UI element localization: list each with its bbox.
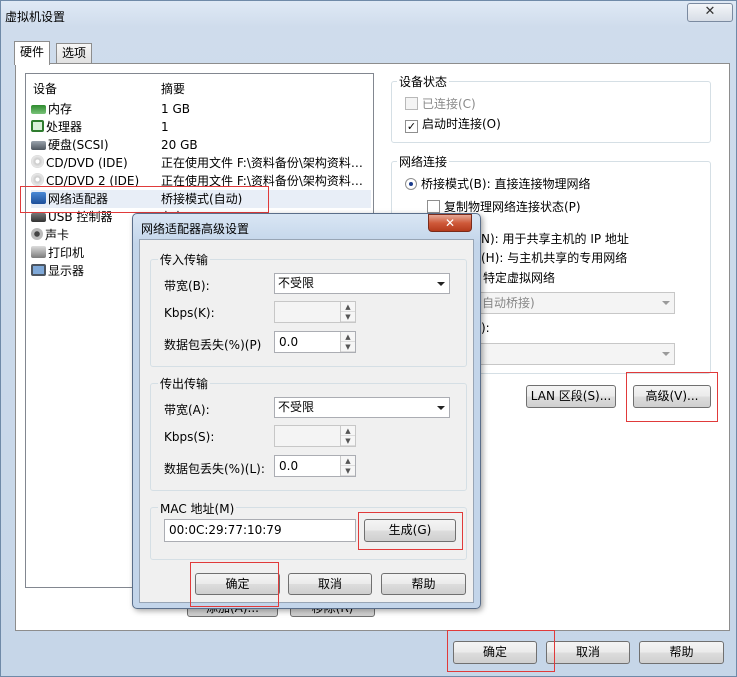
custom-network-value: 自动桥接) <box>482 296 535 310</box>
hostonly-radio-label[interactable]: (H): 与主机共享的专用网络 <box>481 249 627 266</box>
connected-checkbox[interactable]: 已连接(C) <box>405 95 476 112</box>
network-connection-title: 网络连接 <box>397 153 450 170</box>
list-item[interactable]: 硬盘(SCSI) 20 GB <box>31 136 371 154</box>
outgoing-bandwidth-label: 带宽(A): <box>164 403 210 417</box>
chevron-down-icon <box>662 301 670 305</box>
device-column-header[interactable]: 设备 <box>33 80 57 97</box>
connected-label: 已连接(C) <box>422 97 476 111</box>
harddisk-icon <box>31 141 46 150</box>
processor-icon <box>31 120 44 132</box>
spin-down-icon[interactable]: ▼ <box>341 436 355 446</box>
lan-segment-button[interactable]: LAN 区段(S)... <box>526 385 616 408</box>
spin-up-icon[interactable]: ▲ <box>341 332 355 342</box>
spin-up-icon[interactable]: ▲ <box>341 302 355 312</box>
device-summary: 1 <box>161 120 169 134</box>
custom-radio-label[interactable]: 特定虚拟网络 <box>483 269 555 286</box>
checkmark-icon: ✓ <box>405 120 418 133</box>
summary-column-header[interactable]: 摘要 <box>161 80 185 97</box>
replicate-label: 复制物理网络连接状态(P) <box>444 200 581 214</box>
cd-icon <box>31 173 44 186</box>
list-item[interactable]: CD/DVD (IDE) 正在使用文件 F:\资料备份\架构资料… <box>31 154 371 172</box>
incoming-loss-label: 数据包丢失(%)(P) <box>164 338 262 352</box>
outgoing-bandwidth-select[interactable]: 不受限 <box>274 397 450 418</box>
spin-down-icon[interactable]: ▼ <box>341 342 355 352</box>
chevron-down-icon <box>662 352 670 356</box>
spin-down-icon[interactable]: ▼ <box>341 466 355 476</box>
mac-title: MAC 地址(M) <box>158 500 237 517</box>
spin-up-icon[interactable]: ▲ <box>341 426 355 436</box>
dialog-cancel-button[interactable]: 取消 <box>288 573 372 595</box>
checkbox-icon <box>405 97 418 110</box>
device-name: 硬盘(SCSI) <box>48 138 109 152</box>
device-status-title: 设备状态 <box>397 73 450 90</box>
incoming-loss-input[interactable]: 0.0 ▲ ▼ <box>274 331 356 353</box>
custom-network-combo[interactable]: 自动桥接) <box>471 292 675 314</box>
dialog-title: 网络适配器高级设置 <box>141 222 250 236</box>
dialog-close-button[interactable]: ✕ <box>428 214 472 232</box>
outgoing-title: 传出传输 <box>158 375 211 392</box>
help-button[interactable]: 帮助 <box>639 641 724 664</box>
spin-down-icon[interactable]: ▼ <box>341 312 355 322</box>
connect-on-power-label: 启动时连接(O) <box>422 117 501 131</box>
outgoing-kbps-label: Kbps(S): <box>164 430 215 444</box>
device-name: 打印机 <box>48 246 85 260</box>
device-summary: 正在使用文件 F:\资料备份\架构资料… <box>161 156 363 170</box>
sound-icon <box>31 228 43 240</box>
spin-up-icon[interactable]: ▲ <box>341 456 355 466</box>
dialog-help-button[interactable]: 帮助 <box>381 573 466 595</box>
tab-hardware[interactable]: 硬件 <box>14 41 51 65</box>
device-name: 处理器 <box>46 120 83 134</box>
radio-selected-icon <box>405 178 417 190</box>
window-close-button[interactable]: ✕ <box>687 3 733 22</box>
mac-address-input[interactable]: 00:0C:29:77:10:79 <box>164 519 356 542</box>
device-name: 声卡 <box>45 228 70 242</box>
lan-segment-label: ): <box>481 321 490 335</box>
incoming-kbps-label: Kbps(K): <box>164 306 215 320</box>
bridged-radio[interactable]: 桥接模式(B): 直接连接物理网络 <box>405 175 590 192</box>
incoming-bandwidth-value: 不受限 <box>278 276 315 290</box>
chevron-down-icon <box>437 282 445 286</box>
highlight-advanced <box>626 372 718 422</box>
window-title: 虚拟机设置 <box>5 10 66 24</box>
device-name: 内存 <box>48 102 73 116</box>
connect-on-power-checkbox[interactable]: ✓ 启动时连接(O) <box>405 115 501 133</box>
highlight-network-adapter <box>20 186 269 213</box>
device-name: 显示器 <box>48 264 85 278</box>
memory-icon <box>31 105 46 114</box>
list-item[interactable]: 内存 1 GB <box>31 100 371 118</box>
outgoing-kbps-input[interactable]: ▲ ▼ <box>274 425 356 447</box>
lan-segment-combo[interactable] <box>471 343 675 365</box>
device-summary: 20 GB <box>161 138 198 152</box>
vm-settings-window: 虚拟机设置 ✕ 硬件 选项 设备 摘要 内存 1 GB 处理器 1 硬盘(SCS… <box>0 0 737 677</box>
highlight-dialog-ok <box>190 562 279 607</box>
outgoing-loss-value: 0.0 <box>279 459 299 473</box>
device-name: CD/DVD (IDE) <box>46 156 128 170</box>
tab-options[interactable]: 选项 <box>56 43 93 63</box>
outgoing-loss-label: 数据包丢失(%)(L): <box>164 462 265 476</box>
display-icon <box>31 264 46 276</box>
usb-icon <box>31 213 46 222</box>
cd-icon <box>31 155 44 168</box>
highlight-ok <box>447 630 555 672</box>
outgoing-loss-input[interactable]: 0.0 ▲ ▼ <box>274 455 356 477</box>
incoming-bandwidth-label: 带宽(B): <box>164 279 210 293</box>
device-status-group <box>391 81 711 143</box>
bridged-label: 桥接模式(B): 直接连接物理网络 <box>421 177 591 191</box>
chevron-down-icon <box>437 406 445 410</box>
outgoing-bandwidth-value: 不受限 <box>278 400 315 414</box>
nat-radio-label[interactable]: N): 用于共享主机的 IP 地址 <box>481 230 629 247</box>
incoming-bandwidth-select[interactable]: 不受限 <box>274 273 450 294</box>
cancel-button[interactable]: 取消 <box>546 641 630 664</box>
checkbox-icon <box>427 200 440 213</box>
list-item[interactable]: 处理器 1 <box>31 118 371 136</box>
incoming-loss-value: 0.0 <box>279 335 299 349</box>
printer-icon <box>31 246 46 258</box>
incoming-title: 传入传输 <box>158 251 211 268</box>
highlight-generate <box>358 512 463 550</box>
device-summary: 1 GB <box>161 102 190 116</box>
incoming-kbps-input[interactable]: ▲ ▼ <box>274 301 356 323</box>
